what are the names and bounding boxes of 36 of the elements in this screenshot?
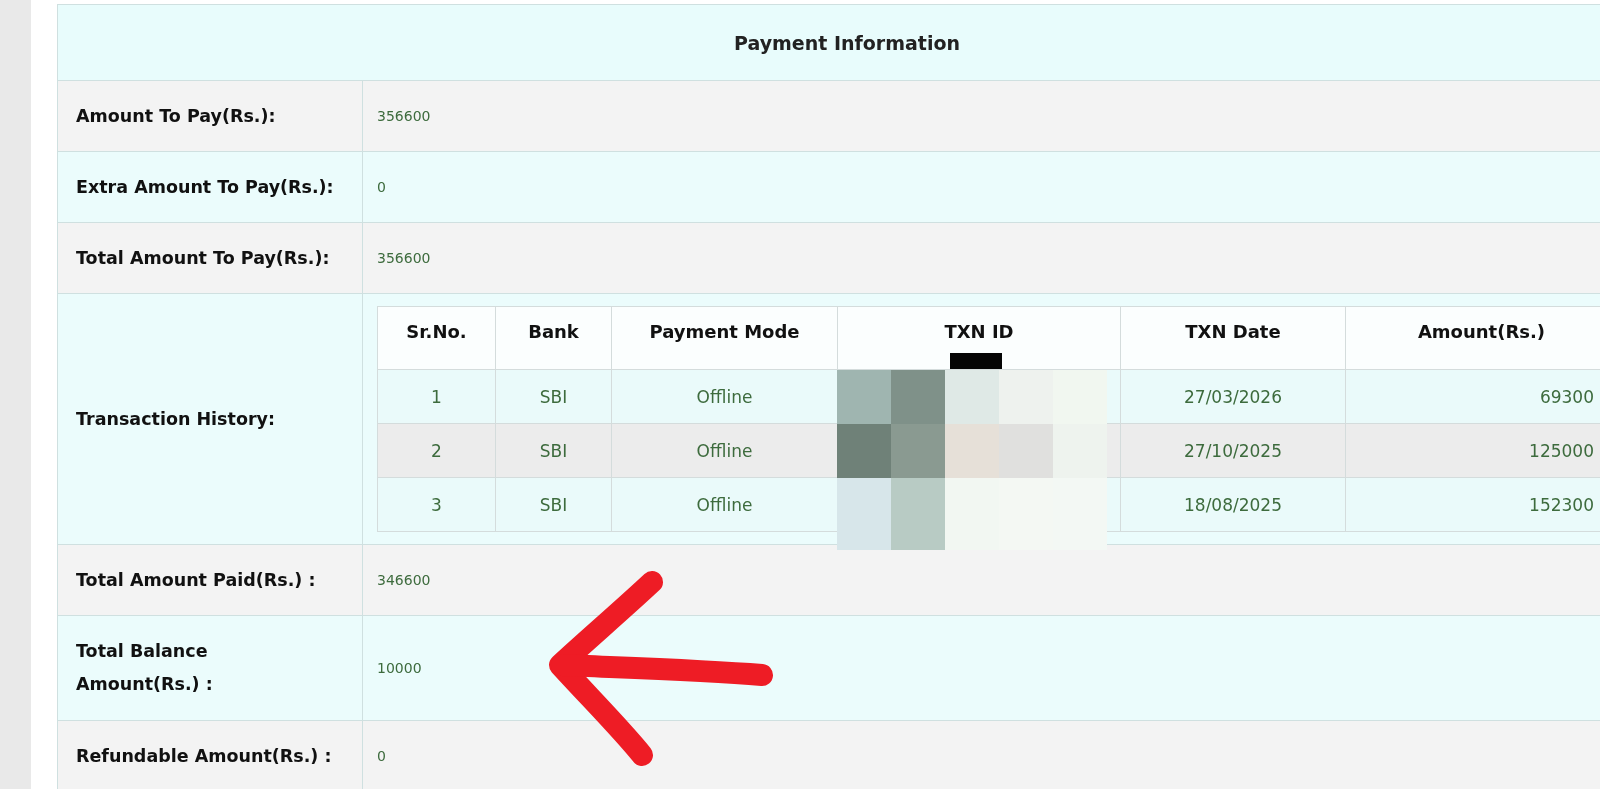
field-label: Amount To Pay(Rs.): xyxy=(76,105,276,126)
field-value: 356600 xyxy=(377,250,431,266)
column-header: TXN Date xyxy=(1185,321,1281,342)
table-cell: Offline xyxy=(696,440,753,461)
column-header: TXN ID xyxy=(944,321,1014,342)
table-cell: 2 xyxy=(431,440,442,461)
table-cell: 27/10/2025 xyxy=(1184,440,1282,461)
section-title: Payment Information xyxy=(734,31,960,54)
table-cell: Offline xyxy=(696,494,753,515)
table-cell: 152300 xyxy=(1529,494,1594,515)
field-label: Transaction History: xyxy=(76,408,275,429)
table-cell: SBI xyxy=(539,440,568,461)
table-cell: SBI xyxy=(539,386,568,407)
table-cell: SBI xyxy=(539,494,568,515)
column-header: Bank xyxy=(528,321,579,342)
table-cell: Offline xyxy=(696,386,753,407)
table-cell: 1 xyxy=(431,386,442,407)
field-label: Total Amount Paid(Rs.) : xyxy=(76,569,316,590)
column-header: Payment Mode xyxy=(649,321,800,342)
field-label: Refundable Amount(Rs.) : xyxy=(76,745,332,766)
column-header: Sr.No. xyxy=(406,321,467,342)
table-cell: 69300 xyxy=(1539,386,1594,407)
field-value: 346600 xyxy=(377,572,431,588)
table-cell: 3 xyxy=(431,494,442,515)
table-cell: 125000 xyxy=(1529,440,1594,461)
field-value: 0 xyxy=(377,179,386,195)
field-value: 0 xyxy=(377,748,386,764)
field-label: Total Amount To Pay(Rs.): xyxy=(76,247,330,268)
field-value: 10000 xyxy=(377,660,422,676)
field-value: 356600 xyxy=(377,108,431,124)
censor-bar xyxy=(950,353,1002,369)
field-label: Total Balance Amount(Rs.) : xyxy=(76,640,214,696)
table-cell: 27/03/2026 xyxy=(1184,386,1282,407)
field-label: Extra Amount To Pay(Rs.): xyxy=(76,176,334,197)
column-header: Amount(Rs.) xyxy=(1417,321,1546,342)
table-cell: 18/08/2025 xyxy=(1184,494,1282,515)
